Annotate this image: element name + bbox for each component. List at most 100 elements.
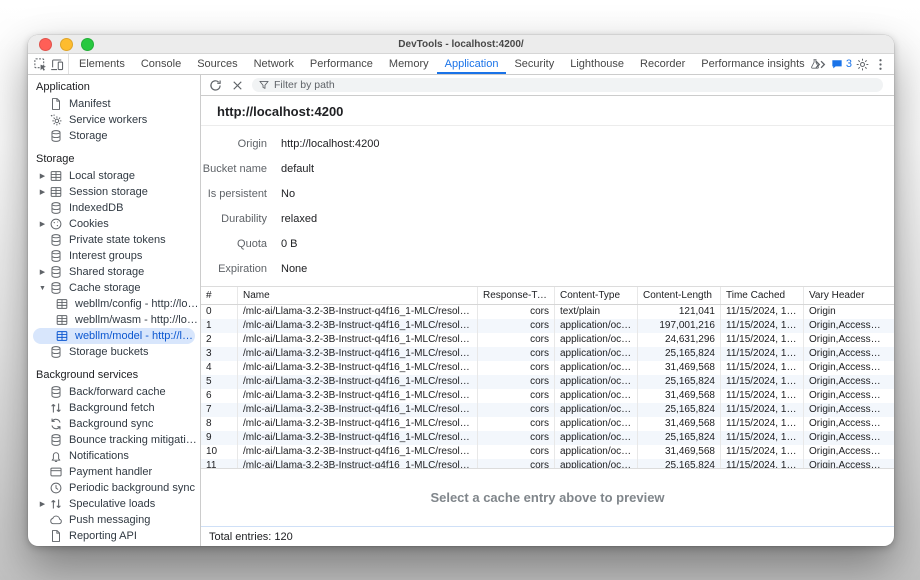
zoom-button[interactable]	[81, 38, 94, 51]
table-cell: 11/15/2024, 10…	[721, 305, 804, 319]
column-header-[interactable]: #	[201, 287, 238, 304]
inspect-element-icon[interactable]	[33, 57, 48, 72]
sidebar-item-periodic-background-sync[interactable]: Periodic background sync	[28, 480, 200, 496]
tab-lighthouse[interactable]: Lighthouse	[562, 54, 632, 74]
tab-sources[interactable]: Sources	[189, 54, 245, 74]
table-body: 0/mlc-ai/Llama-3.2-3B-Instruct-q4f16_1-M…	[201, 305, 894, 469]
expand-right-icon[interactable]: ▶	[36, 500, 49, 508]
file-icon	[49, 97, 63, 111]
column-header-content-type[interactable]: Content-Type	[555, 287, 638, 304]
tab-recorder[interactable]: Recorder	[632, 54, 693, 74]
table-row[interactable]: 1/mlc-ai/Llama-3.2-3B-Instruct-q4f16_1-M…	[201, 319, 894, 333]
sidebar-item-back-forward-cache[interactable]: Back/forward cache	[28, 384, 200, 400]
sidebar-item-notifications[interactable]: Notifications	[28, 448, 200, 464]
sidebar-item-reporting-api[interactable]: Reporting API	[28, 528, 200, 544]
table-row[interactable]: 10/mlc-ai/Llama-3.2-3B-Instruct-q4f16_1-…	[201, 445, 894, 459]
service-worker-icon	[49, 113, 63, 127]
table-icon	[55, 297, 69, 311]
sidebar-item-speculative-loads[interactable]: ▶Speculative loads	[28, 496, 200, 512]
sidebar-item-service-workers[interactable]: Service workers	[28, 112, 200, 128]
sidebar-item-storage-buckets[interactable]: Storage buckets	[28, 344, 200, 360]
issues-counter[interactable]: 3	[831, 58, 852, 70]
sidebar-item-interest-groups[interactable]: Interest groups	[28, 248, 200, 264]
minimize-button[interactable]	[60, 38, 73, 51]
clock-icon	[49, 481, 63, 495]
expand-right-icon[interactable]: ▶	[36, 188, 49, 196]
table-row[interactable]: 4/mlc-ai/Llama-3.2-3B-Instruct-q4f16_1-M…	[201, 361, 894, 375]
sidebar-item-webllm-wasm-http-loca[interactable]: webllm/wasm - http://loca…	[28, 312, 200, 328]
table-row[interactable]: 11/mlc-ai/Llama-3.2-3B-Instruct-q4f16_1-…	[201, 459, 894, 469]
sidebar-item-cookies[interactable]: ▶Cookies	[28, 216, 200, 232]
sidebar-item-manifest[interactable]: Manifest	[28, 96, 200, 112]
table-cell: /mlc-ai/Llama-3.2-3B-Instruct-q4f16_1-ML…	[238, 459, 478, 469]
metadata-label: Durability	[201, 213, 267, 225]
table-cell: application/oc…	[555, 361, 638, 375]
table-cell: 25,165,824	[638, 403, 721, 417]
tab-application[interactable]: Application	[437, 54, 507, 74]
table-cell: 4	[201, 361, 238, 375]
sidebar-item-label: Service workers	[69, 114, 147, 126]
column-header-response-type[interactable]: Response-Type	[478, 287, 555, 304]
sidebar-item-webllm-model-http-loc[interactable]: webllm/model - http://loc…	[33, 328, 195, 344]
expand-down-icon[interactable]: ▼	[36, 285, 49, 292]
sidebar-item-private-state-tokens[interactable]: Private state tokens	[28, 232, 200, 248]
table-row[interactable]: 2/mlc-ai/Llama-3.2-3B-Instruct-q4f16_1-M…	[201, 333, 894, 347]
table-cell: Origin,Access…	[804, 389, 894, 403]
sidebar-item-label: Session storage	[69, 186, 148, 198]
sidebar-item-label: webllm/config - http://loc…	[75, 298, 200, 310]
column-header-vary-header[interactable]: Vary Header	[804, 287, 894, 304]
settings-gear-icon[interactable]	[855, 57, 870, 72]
tab-performance[interactable]: Performance	[302, 54, 381, 74]
tab-security[interactable]: Security	[506, 54, 562, 74]
sidebar-item-background-fetch[interactable]: Background fetch	[28, 400, 200, 416]
column-header-time-cached[interactable]: Time Cached	[721, 287, 804, 304]
kebab-menu-icon[interactable]	[873, 57, 888, 72]
panel-tabs: ElementsConsoleSourcesNetworkPerformance…	[71, 54, 813, 74]
close-button[interactable]	[39, 38, 52, 51]
preview-pane: Select a cache entry above to preview	[201, 469, 894, 526]
table-icon	[49, 169, 63, 183]
expand-right-icon[interactable]: ▶	[36, 268, 49, 276]
table-cell: 3	[201, 347, 238, 361]
expand-right-icon[interactable]: ▶	[36, 172, 49, 180]
table-cell: Origin,Access…	[804, 445, 894, 459]
more-tabs-icon[interactable]	[813, 57, 828, 72]
metadata-value: http://localhost:4200	[281, 138, 379, 150]
sidebar-item-payment-handler[interactable]: Payment handler	[28, 464, 200, 480]
column-header-name[interactable]: Name	[238, 287, 478, 304]
filter-by-path-input[interactable]: Filter by path	[252, 78, 883, 92]
column-header-content-length[interactable]: Content-Length	[638, 287, 721, 304]
table-row[interactable]: 9/mlc-ai/Llama-3.2-3B-Instruct-q4f16_1-M…	[201, 431, 894, 445]
tab-elements[interactable]: Elements	[71, 54, 133, 74]
expand-right-icon[interactable]: ▶	[36, 220, 49, 228]
table-cell: 11/15/2024, 10…	[721, 375, 804, 389]
sidebar-item-session-storage[interactable]: ▶ Session storage	[28, 184, 200, 200]
sidebar-item-bounce-tracking-mitigations[interactable]: Bounce tracking mitigations	[28, 432, 200, 448]
sidebar-item-storage[interactable]: Storage	[28, 128, 200, 144]
tab-memory[interactable]: Memory	[381, 54, 437, 74]
table-row[interactable]: 6/mlc-ai/Llama-3.2-3B-Instruct-q4f16_1-M…	[201, 389, 894, 403]
table-row[interactable]: 8/mlc-ai/Llama-3.2-3B-Instruct-q4f16_1-M…	[201, 417, 894, 431]
table-row[interactable]: 0/mlc-ai/Llama-3.2-3B-Instruct-q4f16_1-M…	[201, 305, 894, 319]
table-cell: cors	[478, 347, 555, 361]
table-row[interactable]: 3/mlc-ai/Llama-3.2-3B-Instruct-q4f16_1-M…	[201, 347, 894, 361]
metadata-value: 0 B	[281, 238, 298, 250]
refresh-icon[interactable]	[208, 78, 223, 93]
sidebar-item-label: Background sync	[69, 418, 153, 430]
tab-performance-insights[interactable]: Performance insights	[693, 54, 828, 74]
device-toolbar-icon[interactable]	[50, 57, 65, 72]
tab-console[interactable]: Console	[133, 54, 189, 74]
tab-network[interactable]: Network	[246, 54, 302, 74]
sidebar-item-label: Private state tokens	[69, 234, 166, 246]
delete-selected-icon[interactable]	[230, 78, 245, 93]
sidebar-item-indexeddb[interactable]: IndexedDB	[28, 200, 200, 216]
sidebar-item-push-messaging[interactable]: Push messaging	[28, 512, 200, 528]
sidebar-item-local-storage[interactable]: ▶Local storage	[28, 168, 200, 184]
sidebar-item-background-sync[interactable]: Background sync	[28, 416, 200, 432]
table-row[interactable]: 7/mlc-ai/Llama-3.2-3B-Instruct-q4f16_1-M…	[201, 403, 894, 417]
window-titlebar[interactable]: DevTools - localhost:4200/	[28, 35, 894, 54]
table-row[interactable]: 5/mlc-ai/Llama-3.2-3B-Instruct-q4f16_1-M…	[201, 375, 894, 389]
sidebar-item-shared-storage[interactable]: ▶Shared storage	[28, 264, 200, 280]
sidebar-item-cache-storage[interactable]: ▼Cache storage	[28, 280, 200, 296]
sidebar-item-webllm-config-http-loc[interactable]: webllm/config - http://loc…	[28, 296, 200, 312]
